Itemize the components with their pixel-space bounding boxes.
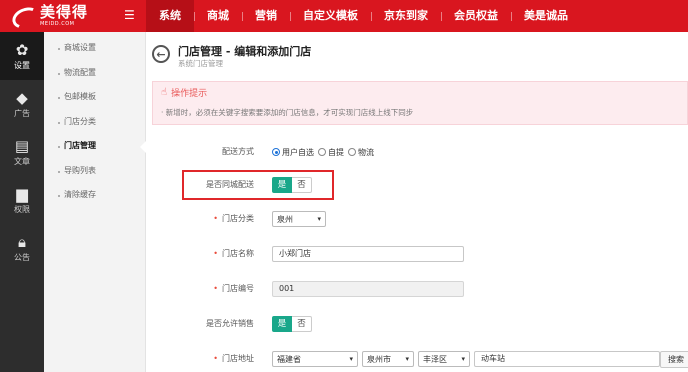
topnav-jd-home[interactable]: 京东到家 bbox=[371, 0, 441, 32]
topnav-marketing[interactable]: 营销 bbox=[242, 0, 290, 32]
select-value: 泉州市 bbox=[367, 354, 391, 364]
select-value: 福建省 bbox=[277, 354, 301, 364]
same-city-label: 是否同城配送 bbox=[206, 180, 254, 189]
sidebar-item-label: 设置 bbox=[14, 60, 30, 70]
topnav-system[interactable]: 系统 bbox=[146, 0, 194, 32]
city-select[interactable]: 泉州市 ▾ bbox=[362, 351, 414, 367]
hand-pointer-icon: ☝ bbox=[161, 87, 168, 98]
store-name-label: • 门店名称 bbox=[213, 249, 254, 258]
top-bar: 美得得 MEIDD.COM ☰ 系统 商城 营销 自定义模板 京东到家 会员权益… bbox=[0, 0, 688, 32]
page-title: 门店管理 - 编辑和添加门店 bbox=[178, 45, 312, 58]
form-row-address: • 门店地址 福建省 ▾ 泉州市 ▾ 丰泽区 ▾ 动车站 搜索 bbox=[146, 345, 688, 372]
sidebar-item-articles[interactable]: ▤ 文章 bbox=[0, 128, 44, 176]
form-row-delivery: 配送方式 用户自选 自提 物流 bbox=[146, 138, 688, 166]
diamond-icon: ◆ bbox=[16, 88, 28, 107]
article-icon: ▤ bbox=[14, 136, 30, 155]
radio-unchecked-icon bbox=[318, 148, 326, 156]
breadcrumb: 系统门店管理 bbox=[178, 59, 223, 68]
category-select[interactable]: 泉州 ▾ bbox=[272, 211, 326, 227]
tips-panel: ☝ 操作提示 · 新增时，必须在关键字搜索要添加的门店信息，才可实现门店线上线下… bbox=[152, 81, 688, 125]
tips-text: · 新增时，必须在关键字搜索要添加的门店信息，才可实现门店线上线下同步 bbox=[161, 108, 414, 117]
sub-menu: 商城设置 物流配置 包邮模板 门店分类 门店管理 导购列表 清除缓存 bbox=[44, 32, 146, 372]
submenu-item-clear-cache[interactable]: 清除缓存 bbox=[44, 183, 145, 208]
radio-label: 用户自选 bbox=[282, 147, 314, 157]
radio-label: 物流 bbox=[358, 147, 374, 157]
form-row-allow-sale: 是否允许销售 是 否 bbox=[146, 310, 688, 338]
form-row-store-name: • 门店名称 小郑门店 bbox=[146, 240, 688, 268]
province-select[interactable]: 福建省 ▾ bbox=[272, 351, 358, 367]
main-content: ← 门店管理 - 编辑和添加门店 系统门店管理 ☝ 操作提示 · 新增时，必须在… bbox=[146, 32, 688, 372]
submenu-item-logistics[interactable]: 物流配置 bbox=[44, 61, 145, 86]
delivery-label: 配送方式 bbox=[222, 147, 254, 156]
sidebar-item-label: 广告 bbox=[14, 108, 30, 118]
sidebar-item-label: 权限 bbox=[14, 204, 30, 214]
address-detail-input[interactable]: 动车站 bbox=[474, 351, 660, 367]
topnav-member-benefits[interactable]: 会员权益 bbox=[441, 0, 511, 32]
brand-domain: MEIDD.COM bbox=[40, 21, 75, 27]
toggle-yes[interactable]: 是 bbox=[272, 177, 292, 193]
category-label: • 门店分类 bbox=[213, 214, 254, 223]
chevron-down-icon: ▾ bbox=[461, 355, 465, 363]
sidebar: ✿ 设置 ◆ 广告 ▤ 文章 ▆ 权限 🔒︎ 公告 bbox=[0, 32, 44, 372]
store-name-input[interactable]: 小郑门店 bbox=[272, 246, 464, 262]
tips-heading: 操作提示 bbox=[171, 89, 208, 99]
brand-name: 美得得 bbox=[40, 3, 89, 21]
sidebar-item-label: 文章 bbox=[14, 156, 30, 166]
sidebar-item-label: 公告 bbox=[14, 252, 30, 262]
toggle-no[interactable]: 否 bbox=[292, 177, 312, 193]
radio-checked-icon bbox=[272, 148, 280, 156]
sidebar-item-settings[interactable]: ✿ 设置 bbox=[0, 32, 44, 80]
district-select[interactable]: 丰泽区 ▾ bbox=[418, 351, 470, 367]
document-icon: ▆ bbox=[16, 184, 28, 203]
sidebar-item-permissions[interactable]: ▆ 权限 bbox=[0, 176, 44, 224]
allow-sale-toggle[interactable]: 是 否 bbox=[272, 316, 312, 332]
back-arrow-icon[interactable]: ← bbox=[152, 45, 170, 63]
menu-toggle-icon[interactable]: ☰ bbox=[124, 9, 136, 21]
select-value: 泉州 bbox=[277, 214, 293, 224]
radio-unchecked-icon bbox=[348, 148, 356, 156]
chevron-down-icon: ▾ bbox=[317, 215, 321, 223]
address-label: • 门店地址 bbox=[213, 354, 254, 363]
radio-label: 自提 bbox=[328, 147, 344, 157]
allow-sale-label: 是否允许销售 bbox=[206, 319, 254, 328]
form-row-category: • 门店分类 泉州 ▾ bbox=[146, 205, 688, 233]
sidebar-item-announcements[interactable]: 🔒︎ 公告 bbox=[0, 224, 44, 272]
submenu-item-guide-list[interactable]: 导购列表 bbox=[44, 159, 145, 184]
topnav-custom-template[interactable]: 自定义模板 bbox=[290, 0, 371, 32]
lock-icon: 🔒︎ bbox=[18, 232, 26, 251]
submenu-item-store-category[interactable]: 门店分类 bbox=[44, 110, 145, 135]
gear-icon: ✿ bbox=[15, 40, 29, 59]
topnav-mall[interactable]: 商城 bbox=[194, 0, 242, 32]
submenu-item-store-management[interactable]: 门店管理 bbox=[44, 134, 146, 159]
select-value: 丰泽区 bbox=[423, 354, 447, 364]
radio-user-choice[interactable]: 用户自选 bbox=[272, 147, 314, 158]
submenu-item-mall-settings[interactable]: 商城设置 bbox=[44, 36, 145, 61]
address-search-button[interactable]: 搜索 bbox=[660, 351, 688, 368]
radio-logistics[interactable]: 物流 bbox=[348, 147, 374, 158]
chevron-down-icon: ▾ bbox=[405, 355, 409, 363]
topnav-meishi-chengpin[interactable]: 美是诚品 bbox=[511, 0, 581, 32]
chevron-down-icon: ▾ bbox=[349, 355, 353, 363]
form-row-store-code: • 门店编号 001 bbox=[146, 275, 688, 303]
toggle-no[interactable]: 否 bbox=[292, 316, 312, 332]
toggle-yes[interactable]: 是 bbox=[272, 316, 292, 332]
form-row-same-city: 是否同城配送 是 否 bbox=[146, 171, 688, 199]
radio-self-pickup[interactable]: 自提 bbox=[318, 147, 344, 158]
store-code-input[interactable]: 001 bbox=[272, 281, 464, 297]
same-city-toggle[interactable]: 是 否 bbox=[272, 177, 312, 193]
logo-swoosh-icon bbox=[10, 6, 38, 26]
top-nav: 系统 商城 营销 自定义模板 京东到家 会员权益 美是诚品 bbox=[146, 0, 581, 32]
submenu-item-free-shipping[interactable]: 包邮模板 bbox=[44, 85, 145, 110]
sidebar-item-ads[interactable]: ◆ 广告 bbox=[0, 80, 44, 128]
store-code-label: • 门店编号 bbox=[213, 284, 254, 293]
